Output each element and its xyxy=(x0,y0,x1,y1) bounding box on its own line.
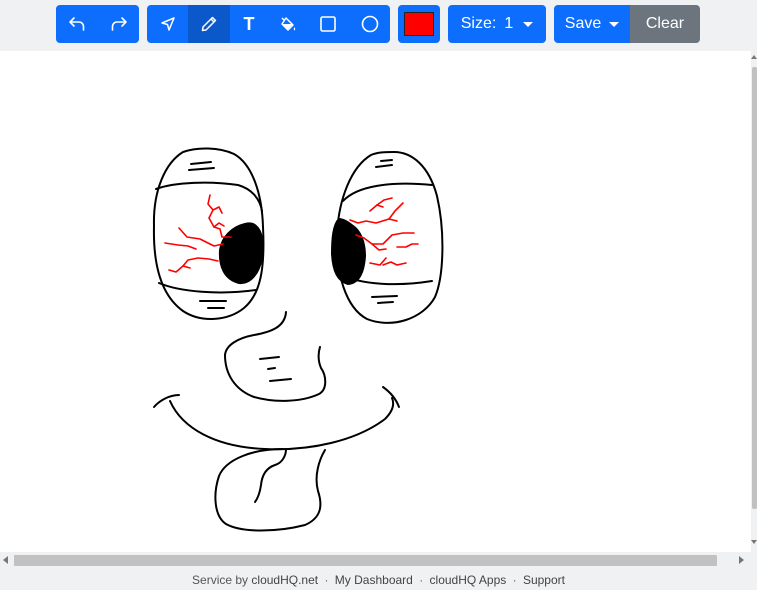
cloudhq-link[interactable]: cloudHQ.net xyxy=(251,573,318,587)
tongue-outline xyxy=(214,448,326,532)
undo-icon xyxy=(69,17,85,31)
scroll-up-icon[interactable] xyxy=(751,55,757,59)
save-label: Save xyxy=(564,15,602,32)
right-pupil xyxy=(330,217,367,286)
select-arrow-icon xyxy=(160,17,175,31)
eye-veins xyxy=(164,194,419,273)
left-eye-lid-bottom xyxy=(158,282,257,294)
color-swatch xyxy=(404,12,434,36)
support-link[interactable]: Support xyxy=(523,573,565,587)
undo-button[interactable] xyxy=(56,5,98,43)
pencil-tool-button[interactable] xyxy=(188,5,230,43)
left-pupil xyxy=(218,222,264,285)
chevron-down-icon xyxy=(609,21,620,27)
mouth-outline xyxy=(153,394,180,408)
scroll-left-icon[interactable] xyxy=(3,556,8,564)
clear-label: Clear xyxy=(645,15,685,32)
clear-button[interactable]: Clear xyxy=(630,5,700,43)
horizontal-scroll-thumb[interactable] xyxy=(14,555,717,566)
pencil-icon xyxy=(201,16,217,32)
scroll-down-icon[interactable] xyxy=(751,540,757,544)
vertical-scrollbar[interactable] xyxy=(751,51,757,552)
horizontal-scrollbar[interactable] xyxy=(0,552,751,569)
text-tool-icon: T xyxy=(243,13,255,34)
chevron-down-icon xyxy=(523,21,534,27)
vertical-scroll-thumb[interactable] xyxy=(752,67,757,509)
select-tool-button[interactable] xyxy=(147,5,188,43)
fill-tool-button[interactable] xyxy=(268,5,307,43)
save-dropdown-button[interactable]: Save xyxy=(554,5,630,43)
paint-bucket-icon xyxy=(280,17,295,31)
circle-icon xyxy=(361,15,378,33)
size-dropdown-button[interactable]: Size: 1 xyxy=(448,5,546,43)
history-group xyxy=(56,5,139,43)
color-picker-button[interactable] xyxy=(398,5,440,43)
circle-tool-button[interactable] xyxy=(349,5,390,43)
size-value: 1 xyxy=(504,15,514,32)
save-clear-group: Save Clear xyxy=(554,5,700,43)
my-dashboard-link[interactable]: My Dashboard xyxy=(335,573,413,587)
footer: Service by cloudHQ.net · My Dashboard · … xyxy=(192,573,565,587)
text-tool-button[interactable]: T xyxy=(230,5,268,43)
tool-group: T xyxy=(147,5,390,43)
toolbar: T Size: 1 Save Clear xyxy=(0,0,757,50)
drawing-sketch xyxy=(152,147,444,532)
size-group: Size: 1 xyxy=(448,5,546,43)
rectangle-tool-button[interactable] xyxy=(307,5,349,43)
scroll-right-icon[interactable] xyxy=(739,556,744,564)
rectangle-icon xyxy=(320,16,336,32)
redo-icon xyxy=(111,17,127,31)
size-label: Size: xyxy=(460,15,497,32)
service-by-text: Service by xyxy=(192,573,249,587)
cloudhq-apps-link[interactable]: cloudHQ Apps xyxy=(430,573,507,587)
redo-button[interactable] xyxy=(98,5,139,43)
drawing-canvas[interactable] xyxy=(0,51,751,552)
